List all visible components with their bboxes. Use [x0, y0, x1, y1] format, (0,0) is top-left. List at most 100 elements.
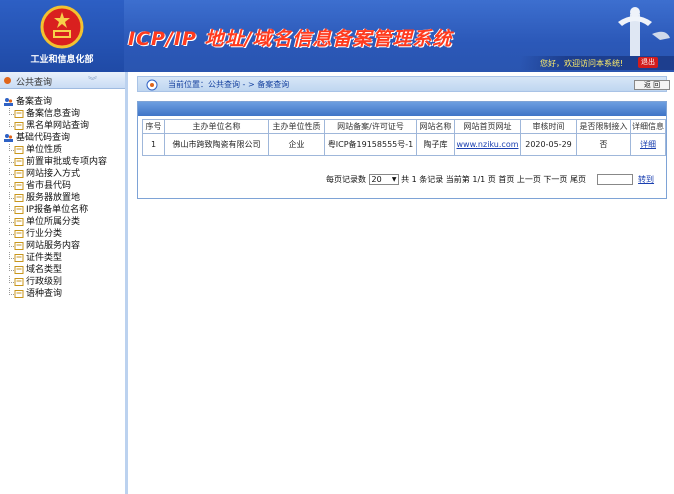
app-header: 工业和信息化部 ICP/IP 地址/域名信息备案管理系统 您好，欢迎访问本系统!…: [0, 0, 674, 72]
ministry-name: 工业和信息化部: [30, 55, 94, 65]
page-icon: [14, 182, 24, 190]
tree-item[interactable]: 网站接入方式: [4, 168, 107, 180]
tree-item[interactable]: 证件类型: [4, 252, 107, 264]
column-header: 审核时间: [520, 119, 577, 134]
homepage-cell: www.nziku.com: [454, 133, 521, 156]
page-icon: [14, 194, 24, 202]
breadcrumb-bar: 当前位置：公共查询 - > 备案查询 返 回: [137, 76, 670, 92]
tree-item[interactable]: 行政级别: [4, 276, 107, 288]
detail-link[interactable]: 详细: [640, 140, 656, 149]
results-panel-header: [138, 102, 666, 116]
column-header: 主办单位性质: [268, 119, 325, 134]
huabiao-pillar-icon: [618, 7, 670, 64]
location-gear-icon: [146, 79, 158, 91]
tree-item[interactable]: 语种查询: [4, 288, 107, 300]
per-page-value: 20: [371, 175, 382, 184]
results-table: 序号 主办单位名称 主办单位性质 网站备案/许可证号 网站名称 网站首页网址 审…: [142, 119, 666, 156]
column-header: 是否限制接入: [576, 119, 631, 134]
column-header: 网站首页网址: [454, 119, 521, 134]
bullet-icon: [4, 77, 11, 84]
page-icon: [14, 122, 24, 130]
sidebar: 公共查询 ︾ 备案查询 备案信息查询 黑名单网站查询 基础代码查询 单位性质 前…: [0, 72, 128, 494]
emblem-panel: 工业和信息化部: [0, 0, 124, 72]
system-title: ICP/IP 地址/域名信息备案管理系统: [128, 28, 453, 50]
tree-item-label: 行政级别: [26, 277, 63, 287]
page-icon: [14, 110, 24, 118]
tree-group-label: 基础代码查询: [16, 133, 71, 143]
tree-item[interactable]: 域名类型: [4, 264, 107, 276]
welcome-text: 您好，欢迎访问本系统!: [540, 59, 624, 68]
tree-item-label: 网站接入方式: [26, 169, 81, 179]
column-header: 详细信息: [630, 119, 666, 134]
homepage-link[interactable]: www.nziku.com: [456, 140, 518, 149]
tree-group-filing-query[interactable]: 备案查询: [4, 96, 107, 108]
tree-item-label: 语种查询: [26, 289, 63, 299]
column-header: 序号: [142, 119, 165, 134]
tree-item[interactable]: 网站服务内容: [4, 240, 107, 252]
tree-item-label: 省市县代码: [26, 181, 72, 191]
tree-item-label: 备案信息查询: [26, 109, 81, 119]
breadcrumb: 当前位置：公共查询 - > 备案查询: [168, 80, 290, 89]
page-icon: [14, 266, 24, 274]
page-icon: [14, 242, 24, 250]
go-to-page-link[interactable]: 转到: [638, 175, 654, 184]
table-row: 1 佛山市跨致陶瓷有限公司 企业 粤ICP备19158555号-1 陶子库 ww…: [142, 133, 666, 156]
site-name: 陶子库: [416, 133, 455, 156]
tree-item-label: 服务器放置地: [26, 193, 81, 203]
logout-button[interactable]: 退出: [638, 57, 658, 68]
page-icon: [14, 146, 24, 154]
tree-group-label: 备案查询: [16, 97, 53, 107]
tree-item-label: 单位性质: [26, 145, 63, 155]
page-icon: [14, 158, 24, 166]
tree-item[interactable]: 前置审批或专项内容: [4, 156, 107, 168]
tree-item[interactable]: 省市县代码: [4, 180, 107, 192]
table-header-row: 序号 主办单位名称 主办单位性质 网站备案/许可证号 网站名称 网站首页网址 审…: [142, 119, 666, 134]
pager-summary: 共 1 条记录 当前第 1/1 页 首页 上一页 下一页 尾页: [401, 175, 586, 184]
sidebar-title: 公共查询: [16, 78, 53, 88]
access-restricted: 否: [576, 133, 631, 156]
tree-item-label: 行业分类: [26, 229, 63, 239]
tree-group-base-code-query[interactable]: 基础代码查询: [4, 132, 107, 144]
back-button[interactable]: 返 回: [634, 80, 670, 90]
chevron-down-icon[interactable]: ︾: [88, 74, 97, 87]
page-icon: [14, 230, 24, 238]
tree-item-label: 网站服务内容: [26, 241, 81, 251]
pagination: 每页记录数 20 共 1 条记录 当前第 1/1 页 首页 上一页 下一页 尾页…: [326, 174, 654, 185]
folder-people-icon: [4, 98, 13, 106]
tree-item-label: 黑名单网站查询: [26, 121, 90, 131]
organizer-name: 佛山市跨致陶瓷有限公司: [164, 133, 269, 156]
tree-item-label: 单位所属分类: [26, 217, 81, 227]
tree-item-blacklist-query[interactable]: 黑名单网站查询: [4, 120, 107, 132]
nav-tree: 备案查询 备案信息查询 黑名单网站查询 基础代码查询 单位性质 前置审批或专项内…: [4, 96, 107, 300]
per-page-label: 每页记录数: [326, 175, 366, 184]
tree-item-label: 证件类型: [26, 253, 63, 263]
per-page-select[interactable]: 20: [368, 174, 399, 185]
license-number: 粤ICP备19158555号-1: [324, 133, 417, 156]
organizer-type: 企业: [268, 133, 325, 156]
tree-item-label: 前置审批或专项内容: [26, 157, 108, 167]
tree-item-filing-info-query[interactable]: 备案信息查询: [4, 108, 107, 120]
column-header: 网站备案/许可证号: [324, 119, 417, 134]
tree-item-label: IP报备单位名称: [26, 205, 89, 215]
page-icon: [14, 278, 24, 286]
page-icon: [14, 254, 24, 262]
page-icon: [14, 170, 24, 178]
detail-cell: 详细: [630, 133, 666, 156]
tree-item[interactable]: 单位性质: [4, 144, 107, 156]
column-header: 网站名称: [416, 119, 455, 134]
tree-item[interactable]: 行业分类: [4, 228, 107, 240]
folder-people-icon: [4, 134, 13, 142]
page-number-input[interactable]: [596, 174, 633, 185]
tree-item[interactable]: 服务器放置地: [4, 192, 107, 204]
tree-item[interactable]: IP报备单位名称: [4, 204, 107, 216]
page-icon: [14, 218, 24, 226]
review-date: 2020-05-29: [520, 133, 577, 156]
sidebar-header[interactable]: 公共查询 ︾: [0, 72, 125, 89]
row-index: 1: [142, 133, 165, 156]
tree-item[interactable]: 单位所属分类: [4, 216, 107, 228]
column-header: 主办单位名称: [164, 119, 269, 134]
tree-item-label: 域名类型: [26, 265, 63, 275]
page-icon: [14, 290, 24, 298]
page-icon: [14, 206, 24, 214]
national-emblem-icon: [40, 5, 84, 49]
